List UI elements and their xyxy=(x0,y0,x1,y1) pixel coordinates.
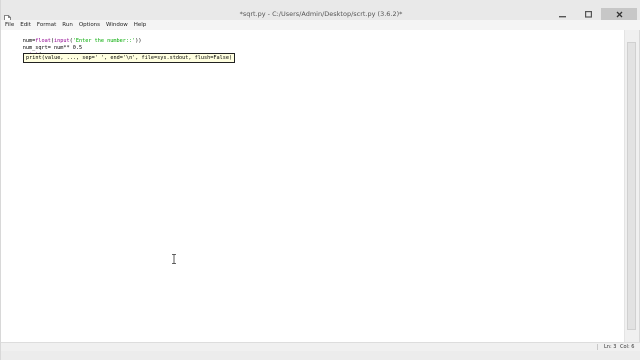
calltip-tooltip: print(value, ..., sep=' ', end='\n', fil… xyxy=(23,53,236,63)
status-line-number: Ln: 3 xyxy=(604,344,617,350)
code-editor[interactable]: num=float(input('Enter the number::')) n… xyxy=(1,30,625,342)
menu-edit[interactable]: Edit xyxy=(17,21,34,29)
status-column-number: Col: 6 xyxy=(620,344,635,350)
status-bar: Ln: 3 Col: 6 xyxy=(1,342,640,351)
minimize-icon xyxy=(558,11,566,18)
status-divider xyxy=(597,344,598,350)
menu-options[interactable]: Options xyxy=(76,21,103,29)
window-bottom-edge xyxy=(1,351,640,360)
close-button[interactable] xyxy=(601,8,637,20)
ibeam-cursor-icon xyxy=(171,249,177,264)
vertical-scrollbar[interactable] xyxy=(624,30,639,348)
scroll-down-icon[interactable] xyxy=(628,333,636,348)
code-token: 'Enter the number::' xyxy=(72,38,136,44)
menu-bar: File Edit Format Run Options Window Help xyxy=(1,20,640,30)
menu-format[interactable]: Format xyxy=(34,21,59,29)
menu-run[interactable]: Run xyxy=(59,21,76,29)
maximize-button[interactable] xyxy=(575,8,601,20)
code-token: )) xyxy=(135,38,142,44)
idle-editor-window: *sqrt.py - C:/Users/Admin/Desktop/scrt.p… xyxy=(0,0,640,360)
scrollbar-thumb[interactable] xyxy=(627,42,636,330)
window-title: *sqrt.py - C:/Users/Admin/Desktop/scrt.p… xyxy=(239,10,403,18)
minimize-button[interactable] xyxy=(549,8,575,20)
menu-window[interactable]: Window xyxy=(103,21,131,29)
scroll-up-icon[interactable] xyxy=(628,33,636,48)
menu-file[interactable]: File xyxy=(2,21,17,29)
menu-help[interactable]: Help xyxy=(131,21,150,29)
title-bar: *sqrt.py - C:/Users/Admin/Desktop/scrt.p… xyxy=(1,0,640,23)
close-icon xyxy=(616,11,623,18)
window-controls xyxy=(549,8,637,20)
maximize-icon xyxy=(584,10,592,18)
